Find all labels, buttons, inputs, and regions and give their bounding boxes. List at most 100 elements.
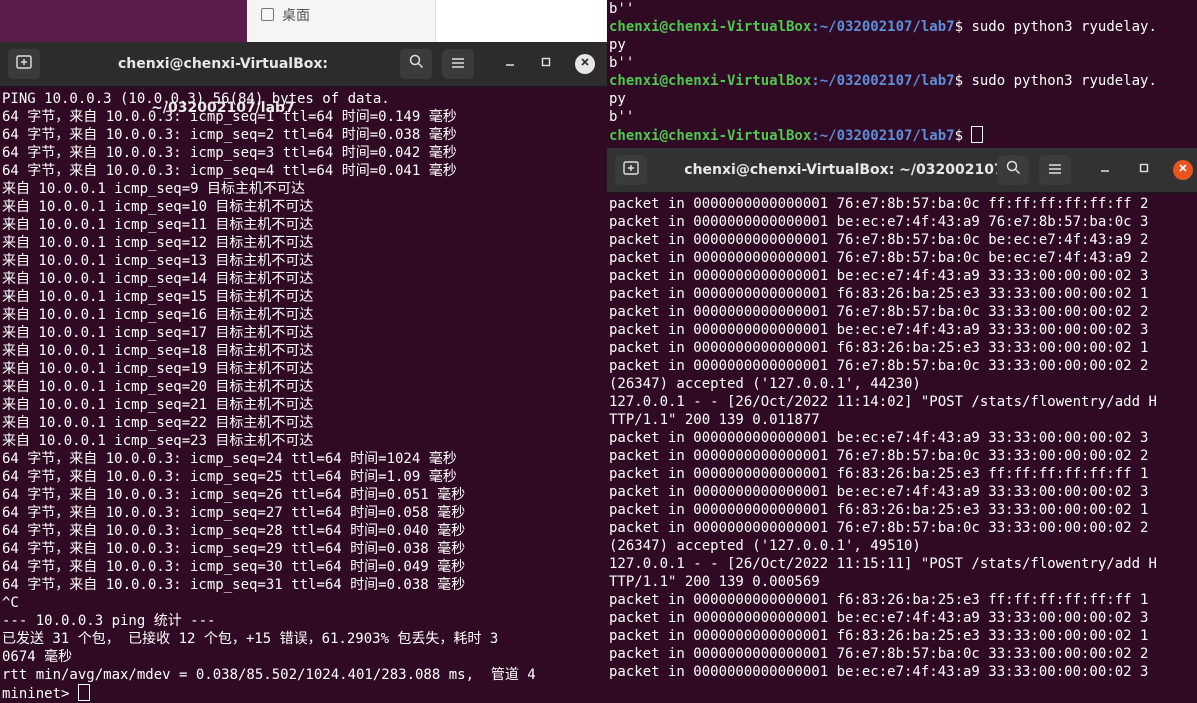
terminal-line: 来自 10.0.0.1 icmp_seq=20 目标主机不可达 [2, 379, 314, 395]
window-title: chenxi@chenxi-VirtualBox: ~/032002107 [684, 162, 1004, 178]
prompt-path: :~/032002107/lab7 [811, 19, 955, 35]
prompt-line: chenxi@chenxi-VirtualBox:~/032002107/lab… [607, 126, 1197, 144]
terminal-line: packet in 0000000000000001 f6:83:26:ba:2… [609, 340, 1149, 356]
terminal-line: 64 字节，来自 10.0.0.3: icmp_seq=25 ttl=64 时间… [2, 469, 457, 485]
terminal-line: TTP/1.1" 200 139 0.011877 [609, 412, 820, 428]
hamburger-menu-icon[interactable] [1039, 155, 1071, 185]
file-manager-content-pane [435, 0, 608, 42]
terminal-line: packet in 0000000000000001 76:e7:8b:57:b… [609, 358, 1149, 374]
terminal-lab7-ping[interactable]: chenxi@chenxi-VirtualBox: ~/032002107/la… [0, 42, 607, 703]
terminal-line: 来自 10.0.0.1 icmp_seq=13 目标主机不可达 [2, 253, 314, 269]
terminal-line: packet in 0000000000000001 be:ec:e7:4f:4… [609, 268, 1149, 284]
terminal-line: packet in 0000000000000001 76:e7:8b:57:b… [609, 250, 1149, 266]
new-tab-icon[interactable] [8, 49, 40, 79]
desktop-folder-label: 桌面 [282, 8, 310, 24]
prompt-user: chenxi@chenxi-VirtualBox [609, 73, 812, 89]
terminal-line: packet in 0000000000000001 76:e7:8b:57:b… [609, 646, 1149, 662]
terminal-line: 来自 10.0.0.1 icmp_seq=17 目标主机不可达 [2, 325, 314, 341]
close-icon[interactable] [575, 54, 595, 74]
mininet-prompt: mininet> [2, 686, 78, 702]
prompt-symbol: $ [954, 73, 972, 89]
terminal-line: packet in 0000000000000001 76:e7:8b:57:b… [609, 520, 1149, 536]
terminal-line: 来自 10.0.0.1 icmp_seq=14 目标主机不可达 [2, 271, 314, 287]
checkbox-icon [261, 8, 274, 21]
terminal-line: 64 字节，来自 10.0.0.3: icmp_seq=31 ttl=64 时间… [2, 577, 466, 593]
terminal-line: packet in 0000000000000001 76:e7:8b:57:b… [609, 304, 1149, 320]
terminal-line: PING 10.0.0.3 (10.0.0.3) 56(84) bytes of… [2, 91, 390, 107]
minimize-icon[interactable] [1095, 160, 1115, 180]
prompt-path: :~/032002107/lab7 [811, 73, 955, 89]
command-text: sudo python3 ryudelay. [971, 73, 1157, 89]
window-titlebar[interactable]: chenxi@chenxi-VirtualBox: ~/032002107 [607, 148, 1197, 193]
terminal-line: py [609, 91, 626, 107]
terminal-line: 已发送 31 个包， 已接收 12 个包，+15 错误，61.2903% 包丢失… [2, 631, 499, 647]
terminal-line: 来自 10.0.0.1 icmp_seq=23 目标主机不可达 [2, 433, 314, 449]
terminal-line: 64 字节，来自 10.0.0.3: icmp_seq=27 ttl=64 时间… [2, 505, 466, 521]
terminal-line: 来自 10.0.0.1 icmp_seq=15 目标主机不可达 [2, 289, 314, 305]
terminal-line: 来自 10.0.0.1 icmp_seq=21 目标主机不可达 [2, 397, 314, 413]
prompt-symbol: $ [954, 128, 972, 144]
terminal-line: b'' [609, 109, 635, 125]
window-title: chenxi@chenxi-VirtualBox: ~/032002107/la… [117, 56, 329, 116]
terminal-line: packet in 0000000000000001 be:ec:e7:4f:4… [609, 610, 1149, 626]
terminal-line: packet in 0000000000000001 be:ec:e7:4f:4… [609, 484, 1149, 500]
terminal-line: 来自 10.0.0.1 icmp_seq=16 目标主机不可达 [2, 307, 314, 323]
terminal-line: 127.0.0.1 - - [26/Oct/2022 11:15:11] "PO… [609, 556, 1157, 572]
prompt-symbol: $ [954, 19, 972, 35]
terminal-032002107-ryu[interactable]: chenxi@chenxi-VirtualBox: ~/032002107 pa… [607, 148, 1197, 703]
terminal-line: b'' [609, 55, 635, 71]
prompt-line: mininet> [0, 684, 607, 702]
terminal-line: packet in 0000000000000001 f6:83:26:ba:2… [609, 286, 1149, 302]
terminal-line: py [609, 37, 626, 53]
text-cursor [77, 684, 90, 701]
minimize-icon[interactable] [500, 54, 520, 74]
terminal-line: packet in 0000000000000001 be:ec:e7:4f:4… [609, 430, 1149, 446]
terminal-line: 64 字节，来自 10.0.0.3: icmp_seq=28 ttl=64 时间… [2, 523, 466, 539]
terminal-line: 来自 10.0.0.1 icmp_seq=9 目标主机不可达 [2, 181, 306, 197]
maximize-icon[interactable] [1134, 160, 1154, 180]
maximize-icon[interactable] [536, 54, 556, 74]
terminal-lab7-background[interactable]: b'' chenxi@chenxi-VirtualBox:~/032002107… [607, 0, 1197, 150]
prompt-path: :~/032002107/lab7 [811, 128, 955, 144]
close-icon[interactable] [1173, 160, 1193, 180]
terminal-output: packet in 0000000000000001 76:e7:8b:57:b… [607, 195, 1197, 703]
terminal-line: 来自 10.0.0.1 icmp_seq=22 目标主机不可达 [2, 415, 314, 431]
terminal-line: 64 字节，来自 10.0.0.3: icmp_seq=29 ttl=64 时间… [2, 541, 466, 557]
terminal-line: (26347) accepted ('127.0.0.1', 49510) [609, 538, 921, 554]
search-icon[interactable] [997, 155, 1029, 185]
terminal-line: packet in 0000000000000001 76:e7:8b:57:b… [609, 196, 1149, 212]
terminal-line: packet in 0000000000000001 be:ec:e7:4f:4… [609, 322, 1149, 338]
file-manager-window: 桌面 [247, 0, 608, 43]
terminal-line: 64 字节，来自 10.0.0.3: icmp_seq=30 ttl=64 时间… [2, 559, 466, 575]
terminal-line: TTP/1.1" 200 139 0.000569 [609, 574, 820, 590]
terminal-output: b'' chenxi@chenxi-VirtualBox:~/032002107… [607, 0, 1197, 150]
terminal-line: 64 字节，来自 10.0.0.3: icmp_seq=3 ttl=64 时间=… [2, 145, 457, 161]
prompt-line: chenxi@chenxi-VirtualBox:~/032002107/lab… [607, 72, 1197, 90]
terminal-line: (26347) accepted ('127.0.0.1', 44230) [609, 376, 921, 392]
terminal-line: rtt min/avg/max/mdev = 0.038/85.502/1024… [2, 667, 536, 683]
terminal-line: packet in 0000000000000001 f6:83:26:ba:2… [609, 592, 1149, 608]
terminal-line: 64 字节，来自 10.0.0.3: icmp_seq=24 ttl=64 时间… [2, 451, 457, 467]
desktop-folder-item[interactable]: 桌面 [261, 5, 310, 25]
terminal-line: packet in 0000000000000001 be:ec:e7:4f:4… [609, 664, 1149, 680]
terminal-line: --- 10.0.0.3 ping 统计 --- [2, 613, 216, 629]
terminal-line: packet in 0000000000000001 f6:83:26:ba:2… [609, 628, 1149, 644]
window-titlebar[interactable]: chenxi@chenxi-VirtualBox: ~/032002107/la… [0, 42, 607, 116]
prompt-user: chenxi@chenxi-VirtualBox [609, 128, 812, 144]
terminal-line: 64 字节，来自 10.0.0.3: icmp_seq=1 ttl=64 时间=… [2, 109, 457, 125]
hamburger-menu-icon[interactable] [442, 49, 474, 79]
terminal-line: b'' [609, 1, 635, 17]
terminal-output: PING 10.0.0.3 (10.0.0.3) 56(84) bytes of… [0, 90, 607, 703]
terminal-line: 127.0.0.1 - - [26/Oct/2022 11:14:02] "PO… [609, 394, 1157, 410]
new-tab-icon[interactable] [615, 155, 647, 185]
terminal-line: packet in 0000000000000001 be:ec:e7:4f:4… [609, 214, 1149, 230]
ryu-output-lines: packet in 0000000000000001 76:e7:8b:57:b… [607, 195, 1197, 681]
terminal-line: ^C [2, 595, 19, 611]
terminal-line: packet in 0000000000000001 76:e7:8b:57:b… [609, 448, 1149, 464]
terminal-line: 64 字节，来自 10.0.0.3: icmp_seq=26 ttl=64 时间… [2, 487, 466, 503]
search-icon[interactable] [400, 49, 432, 79]
terminal-line: 64 字节，来自 10.0.0.3: icmp_seq=2 ttl=64 时间=… [2, 127, 457, 143]
terminal-line: 来自 10.0.0.1 icmp_seq=11 目标主机不可达 [2, 217, 314, 233]
prompt-line: chenxi@chenxi-VirtualBox:~/032002107/lab… [607, 18, 1197, 36]
text-cursor [971, 126, 984, 143]
